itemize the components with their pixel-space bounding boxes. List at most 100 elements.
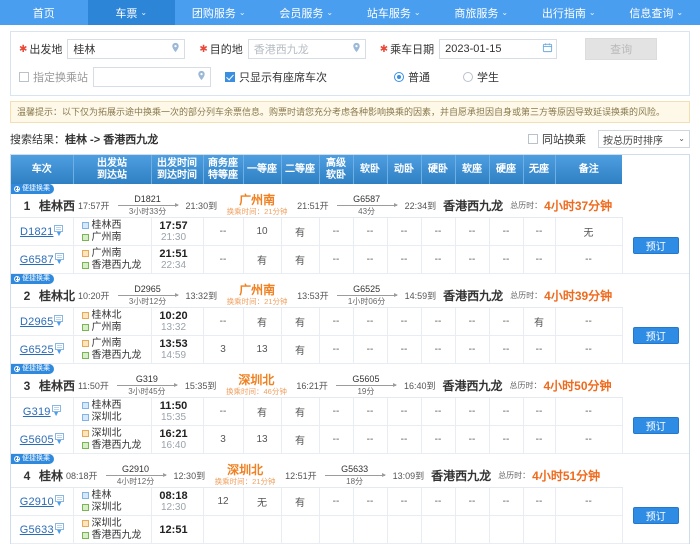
nav-item-3[interactable]: 会员服务⌄ <box>263 0 351 25</box>
train-number-link[interactable]: D1821 <box>20 226 53 238</box>
book-button[interactable]: 预订 <box>633 327 679 344</box>
train-number-group[interactable]: G5633▼ <box>12 523 72 536</box>
train-schedule-icon[interactable] <box>55 433 64 440</box>
origin-station: 桂林北 <box>39 287 75 304</box>
train-number-link[interactable]: G5605 <box>20 434 54 446</box>
train-schedule-icon[interactable] <box>54 225 63 232</box>
nav-item-label: 车票 <box>115 5 137 21</box>
nav-item-6[interactable]: 出行指南⌄ <box>525 0 613 25</box>
train-number-group[interactable]: G6525▼ <box>12 343 72 356</box>
only-available-label: 只显示有座席车次 <box>239 69 327 85</box>
leg1-train-number[interactable]: G2910 <box>122 464 149 474</box>
search-form: ✱ 出发地 桂林 ✱ 目的地 香港西九龙 <box>10 31 690 96</box>
train-number-link[interactable]: G6525 <box>20 344 54 356</box>
chevron-down-icon[interactable]: ▼ <box>56 440 63 446</box>
train-number-group[interactable]: G319▼ <box>12 405 72 418</box>
leg2-train-number[interactable]: G5633 <box>341 464 368 474</box>
book-button[interactable]: 预订 <box>633 237 679 254</box>
location-pin-icon[interactable] <box>196 70 207 84</box>
nav-item-5[interactable]: 商旅服务⌄ <box>438 0 526 25</box>
location-pin-icon[interactable] <box>351 42 362 56</box>
seat-availability-cell: -- <box>319 426 353 454</box>
chevron-down-icon[interactable]: ▼ <box>53 412 60 418</box>
train-schedule-icon[interactable] <box>54 315 63 322</box>
leg2-train-number[interactable]: G6525 <box>353 284 380 294</box>
chevron-down-icon[interactable]: ▼ <box>55 232 62 238</box>
leg1-train-number[interactable]: G319 <box>136 374 158 384</box>
station-from-line: 广州南 <box>82 338 150 350</box>
location-pin-icon[interactable] <box>170 42 181 56</box>
transfer-station-input[interactable] <box>93 67 211 87</box>
train-number-cell: G319▼ <box>11 398 73 426</box>
origin-field-group: ✱ 出发地 桂林 <box>19 39 185 59</box>
chevron-down-icon[interactable]: ▼ <box>55 322 62 328</box>
train-detail-icons: ▼ <box>55 523 64 536</box>
leg2-train-number[interactable]: G6587 <box>353 194 380 204</box>
train-schedule-icon[interactable] <box>55 495 64 502</box>
seat-availability-cell: -- <box>555 336 622 364</box>
result-summary-row: 便捷换乘4桂林08:18开G29104小时12分12:30到深圳北换乘时间：21… <box>11 454 689 488</box>
same-station-group[interactable]: 同站换乘 <box>528 131 591 147</box>
train-number-group[interactable]: D2965▼ <box>12 315 72 328</box>
chevron-down-icon[interactable]: ▼ <box>56 350 63 356</box>
train-schedule-icon[interactable] <box>55 343 64 350</box>
station-cell: 桂林北广州南 <box>73 308 151 336</box>
transfer-station-group: 指定换乘站 <box>19 67 211 87</box>
train-number-group[interactable]: G6587▼ <box>12 253 72 266</box>
train-schedule-icon[interactable] <box>55 253 64 260</box>
station-from-line: 桂林北 <box>82 310 150 322</box>
train-number-group[interactable]: D1821▼ <box>12 225 72 238</box>
table-row: G6587▼广州南香港西九龙21:5122:34--有有------------… <box>11 246 689 274</box>
book-button[interactable]: 预订 <box>633 417 679 434</box>
table-header-line1: 软卧 <box>355 164 386 176</box>
result-summary-cell: 便捷换乘1桂林西17:57开D18213小时33分21:30到广州南换乘时间：2… <box>11 184 622 218</box>
time-cell: 10:2013:32 <box>151 308 203 336</box>
leg1-train-number[interactable]: D2965 <box>134 284 161 294</box>
arrival-time: 22:34 <box>153 260 195 272</box>
sort-select[interactable]: 按总历时排序 ⌄ <box>598 130 690 148</box>
destination-input[interactable]: 香港西九龙 <box>248 39 366 59</box>
date-input[interactable]: 2023-01-15 <box>439 39 557 59</box>
results-bar-controls: 同站换乘 按总历时排序 ⌄ <box>528 130 690 148</box>
ticket-type-normal-radio[interactable] <box>394 72 404 82</box>
table-header-line1: 无座 <box>525 164 554 176</box>
calendar-icon[interactable] <box>542 42 553 56</box>
ticket-type-student-group[interactable]: 学生 <box>463 69 504 85</box>
train-schedule-icon[interactable] <box>52 405 61 412</box>
leg1-train-number[interactable]: D1821 <box>134 194 161 204</box>
seat-availability-cell <box>203 516 243 544</box>
search-button[interactable]: 查询 <box>585 38 657 60</box>
ticket-type-normal-group[interactable]: 普通 <box>394 69 435 85</box>
origin-input[interactable]: 桂林 <box>67 39 185 59</box>
only-available-checkbox[interactable] <box>225 72 235 82</box>
departure-time: 10:20 <box>153 310 195 322</box>
train-number-link[interactable]: G5633 <box>20 524 54 536</box>
chevron-down-icon[interactable]: ▼ <box>56 502 63 508</box>
transfer-station-checkbox[interactable] <box>19 72 29 82</box>
chevron-down-icon: ⌄ <box>676 9 683 17</box>
nav-item-1[interactable]: 车票⌄ <box>88 0 176 25</box>
chevron-down-icon: ⌄ <box>501 9 508 17</box>
seat-availability-cell: -- <box>489 218 523 246</box>
nav-item-4[interactable]: 站车服务⌄ <box>350 0 438 25</box>
chevron-down-icon[interactable]: ▼ <box>56 530 63 536</box>
results-table-wrapper: 车次出发站到达站出发时间到达时间商务座特等座一等座二等座高级软卧软卧动卧硬卧软座… <box>10 154 690 544</box>
leg1-info: D29653小时12分 <box>115 284 181 307</box>
train-number-link[interactable]: D2965 <box>20 316 53 328</box>
only-available-group[interactable]: 只显示有座席车次 <box>225 69 332 85</box>
chevron-down-icon[interactable]: ▼ <box>56 260 63 266</box>
nav-item-0[interactable]: 首页 <box>0 0 88 25</box>
convenient-transfer-label: 便捷换乘 <box>22 274 50 284</box>
train-number-link[interactable]: G6587 <box>20 254 54 266</box>
train-number-group[interactable]: G5605▼ <box>12 433 72 446</box>
nav-item-7[interactable]: 信息查询⌄ <box>613 0 700 25</box>
ticket-type-student-radio[interactable] <box>463 72 473 82</box>
same-station-checkbox[interactable] <box>528 134 538 144</box>
nav-item-2[interactable]: 团购服务⌄ <box>175 0 263 25</box>
book-button[interactable]: 预订 <box>633 507 679 524</box>
train-number-link[interactable]: G319 <box>23 406 51 418</box>
origin-station: 桂林西 <box>39 197 75 214</box>
seat-availability-cell: -- <box>387 218 421 246</box>
leg2-train-number[interactable]: G5605 <box>352 374 379 384</box>
train-schedule-icon[interactable] <box>55 523 64 530</box>
